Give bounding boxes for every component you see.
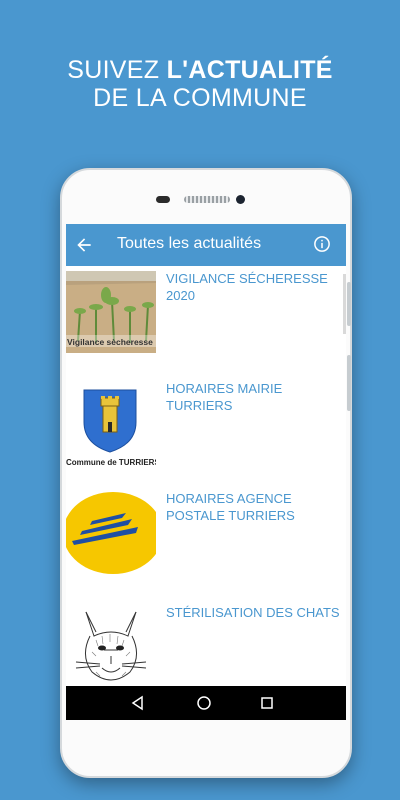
app-bar: Toutes les actualités	[66, 224, 346, 266]
front-sensor-icon	[156, 196, 170, 203]
promo-headline: SUIVEZ L'ACTUALITÉ DE LA COMMUNE	[0, 56, 400, 112]
app-screen: Toutes les actualités Vigilance sècheres…	[66, 224, 346, 720]
coat-of-arms-image: Commune de TURRIERS	[66, 382, 156, 472]
news-title: VIGILANCE SÉCHERESSE 2020	[166, 271, 328, 303]
news-item-horaires-mairie[interactable]: Commune de TURRIERS HORAIRES MAIRIE TURR…	[66, 376, 346, 486]
news-item-agence-postale[interactable]: HORAIRES AGENCE POSTALE TURRIERS	[66, 486, 346, 600]
page-title: Toutes les actualités	[117, 235, 262, 252]
thumb-caption: Commune de TURRIERS	[66, 458, 156, 467]
la-poste-logo	[66, 489, 156, 577]
nav-back-triangle-icon[interactable]	[126, 691, 150, 715]
info-icon[interactable]	[311, 233, 333, 255]
nav-recents-square-icon[interactable]	[255, 691, 279, 715]
back-arrow-icon[interactable]	[72, 233, 96, 257]
system-nav-bar	[66, 686, 346, 720]
speaker-grille-icon	[184, 196, 230, 203]
phone-volume-button	[347, 282, 351, 326]
front-camera-icon	[236, 195, 245, 204]
news-title: STÉRILISATION DES CHATS	[166, 605, 340, 620]
headline-line-2: DE LA COMMUNE	[93, 84, 307, 112]
phone-power-button	[347, 355, 351, 411]
news-list: Vigilance sècheresse VIGILANCE SÉCHERESS…	[66, 266, 346, 710]
headline-line-1: SUIVEZ L'ACTUALITÉ	[67, 56, 333, 84]
news-item-vigilance[interactable]: Vigilance sècheresse VIGILANCE SÉCHERESS…	[66, 266, 346, 376]
cat-drawing-image	[66, 606, 156, 690]
news-title: HORAIRES AGENCE POSTALE TURRIERS	[166, 491, 295, 523]
news-title: HORAIRES MAIRIE TURRIERS	[166, 381, 283, 413]
nav-home-circle-icon[interactable]	[192, 691, 216, 715]
drought-field-image: Vigilance sècheresse	[66, 271, 156, 353]
scrollbar[interactable]	[343, 274, 346, 334]
thumb-caption: Vigilance sècheresse	[67, 337, 153, 347]
